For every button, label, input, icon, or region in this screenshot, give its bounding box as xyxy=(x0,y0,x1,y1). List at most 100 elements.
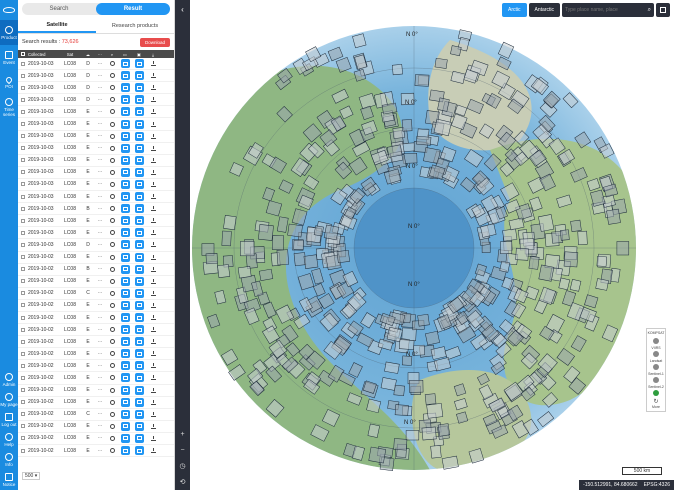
nav-item-log-out[interactable]: Log out xyxy=(0,410,18,430)
layer-sentinel-2[interactable]: Sentinel-2 xyxy=(647,384,665,397)
zoom-to-scene-icon[interactable] xyxy=(106,242,118,248)
row-checkbox[interactable] xyxy=(18,436,28,441)
row-download-icon[interactable] xyxy=(146,423,160,429)
footprint-toggle-button[interactable] xyxy=(118,192,132,202)
table-row[interactable]: 2019-10-02 LC08 E ⋯ xyxy=(18,252,174,264)
footprint-toggle-button[interactable] xyxy=(118,204,132,214)
row-checkbox[interactable] xyxy=(18,255,28,260)
zoom-in-button[interactable]: + xyxy=(175,426,190,442)
row-checkbox[interactable] xyxy=(18,134,28,139)
row-more-icon[interactable]: ⋯ xyxy=(94,327,106,333)
preview-toggle-button[interactable] xyxy=(132,228,146,238)
preview-toggle-button[interactable] xyxy=(132,179,146,189)
scene-footprint[interactable] xyxy=(386,144,403,158)
row-more-icon[interactable]: ⋯ xyxy=(94,218,106,224)
table-row[interactable]: 2019-10-02 LC08 C ⋯ xyxy=(18,409,174,421)
zoom-to-scene-icon[interactable] xyxy=(106,411,118,417)
scene-footprint[interactable] xyxy=(223,215,237,231)
zoom-to-scene-icon[interactable] xyxy=(106,302,118,308)
preview-toggle-button[interactable] xyxy=(132,409,146,419)
scene-footprint[interactable] xyxy=(426,403,444,419)
footprint-toggle-button[interactable] xyxy=(118,155,132,165)
zoom-to-scene-icon[interactable] xyxy=(106,121,118,127)
table-row[interactable]: 2019-10-03 LC08 D ⋯ xyxy=(18,70,174,83)
row-checkbox[interactable] xyxy=(18,412,28,417)
row-more-icon[interactable]: ⋯ xyxy=(94,85,106,91)
row-checkbox[interactable] xyxy=(18,388,28,393)
row-more-icon[interactable]: ⋯ xyxy=(94,73,106,79)
scene-footprint[interactable] xyxy=(393,438,408,451)
zoom-to-scene-icon[interactable] xyxy=(106,97,118,103)
scene-footprint[interactable] xyxy=(430,445,442,459)
row-download-icon[interactable] xyxy=(146,73,160,79)
table-row[interactable]: 2019-10-02 LC08 E ⋯ xyxy=(18,445,174,458)
footprint-toggle-button[interactable] xyxy=(118,71,132,81)
download-button[interactable]: Download xyxy=(139,37,170,47)
row-checkbox[interactable] xyxy=(18,146,28,151)
row-checkbox[interactable] xyxy=(18,375,28,380)
zoom-to-scene-icon[interactable] xyxy=(106,169,118,175)
col-collected[interactable]: Collected xyxy=(28,52,58,57)
table-row[interactable]: 2019-10-02 LC08 E ⋯ xyxy=(18,360,174,373)
tab-satellite[interactable]: Satellite xyxy=(18,18,96,33)
table-row[interactable]: 2019-10-02 LC08 E ⋯ xyxy=(18,372,174,385)
row-checkbox[interactable] xyxy=(18,61,28,66)
preview-toggle-button[interactable] xyxy=(132,300,146,310)
scene-footprint[interactable] xyxy=(560,229,570,241)
preview-toggle-button[interactable] xyxy=(132,107,146,117)
row-more-icon[interactable]: ⋯ xyxy=(94,169,106,175)
row-checkbox[interactable] xyxy=(18,303,28,308)
row-more-icon[interactable]: ⋯ xyxy=(94,290,106,296)
row-checkbox[interactable] xyxy=(18,230,28,235)
row-download-icon[interactable] xyxy=(146,169,160,175)
footprint-toggle-button[interactable] xyxy=(118,409,132,419)
row-checkbox[interactable] xyxy=(18,182,28,187)
row-checkbox[interactable] xyxy=(18,339,28,344)
preview-toggle-button[interactable] xyxy=(132,385,146,395)
zoom-to-scene-icon[interactable] xyxy=(106,315,118,321)
more-layers-button[interactable]: ↻ More xyxy=(647,397,665,410)
row-more-icon[interactable]: ⋯ xyxy=(94,339,106,345)
preview-toggle-button[interactable] xyxy=(132,143,146,153)
zoom-to-scene-icon[interactable] xyxy=(106,399,118,405)
footprint-toggle-button[interactable] xyxy=(118,107,132,117)
scene-footprint[interactable] xyxy=(515,247,529,261)
row-download-icon[interactable] xyxy=(146,242,160,248)
table-row[interactable]: 2019-10-03 LC08 E ⋯ xyxy=(18,131,174,143)
row-download-icon[interactable] xyxy=(146,109,160,115)
row-checkbox[interactable] xyxy=(18,206,28,211)
row-checkbox[interactable] xyxy=(18,291,28,296)
row-checkbox[interactable] xyxy=(18,97,28,102)
scene-footprint[interactable] xyxy=(258,268,274,281)
search-icon[interactable]: ⌕ xyxy=(648,7,651,14)
row-more-icon[interactable]: ⋯ xyxy=(94,61,106,67)
table-row[interactable]: 2019-10-03 LC08 E ⋯ xyxy=(18,155,174,167)
row-more-icon[interactable]: ⋯ xyxy=(94,423,106,429)
preview-toggle-button[interactable] xyxy=(132,240,146,250)
scene-footprint[interactable] xyxy=(368,446,387,464)
layer-viirs[interactable]: VIIRS xyxy=(647,345,665,358)
scene-footprint[interactable] xyxy=(336,249,350,264)
scene-footprint[interactable] xyxy=(293,239,304,250)
layers-toggle-button[interactable] xyxy=(656,3,670,17)
zoom-to-scene-icon[interactable] xyxy=(106,290,118,296)
row-download-icon[interactable] xyxy=(146,448,160,454)
row-checkbox[interactable] xyxy=(18,170,28,175)
layer-kompsat[interactable] xyxy=(647,336,665,345)
footprint-toggle-button[interactable] xyxy=(118,167,132,177)
row-more-icon[interactable]: ⋯ xyxy=(94,387,106,393)
table-row[interactable]: 2019-10-02 LC08 E ⋯ xyxy=(18,276,174,288)
row-download-icon[interactable] xyxy=(146,218,160,224)
scene-footprint[interactable] xyxy=(538,264,555,282)
preview-toggle-button[interactable] xyxy=(132,361,146,371)
row-download-icon[interactable] xyxy=(146,157,160,163)
footprint-toggle-button[interactable] xyxy=(118,288,132,298)
scene-footprint[interactable] xyxy=(528,256,540,270)
preview-toggle-button[interactable] xyxy=(132,167,146,177)
preview-toggle-button[interactable] xyxy=(132,59,146,69)
zoom-to-scene-icon[interactable] xyxy=(106,85,118,91)
arctic-button[interactable]: Arctic xyxy=(502,3,527,17)
scene-footprint[interactable] xyxy=(401,119,413,132)
row-download-icon[interactable] xyxy=(146,315,160,321)
row-download-icon[interactable] xyxy=(146,133,160,139)
